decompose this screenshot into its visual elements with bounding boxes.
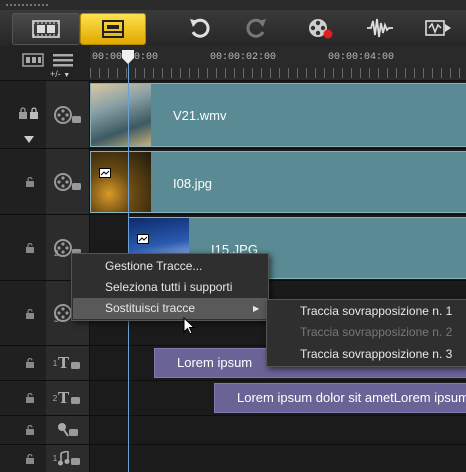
title-track-2: 2 T Lorem ipsum dolor sit ametLorem ipsu… [0,381,466,416]
menu-item-label: Seleziona tutti i supporti [105,280,233,294]
lock-icon[interactable] [24,358,36,368]
submenu-item-overlay-2: Traccia sovrapposizione n. 2 [267,322,466,343]
track-lock-area [0,381,47,415]
lock-icon[interactable] [24,177,36,187]
title-track-button[interactable]: 1 T [46,346,90,380]
voice-track [0,416,466,445]
mouse-cursor-icon [183,317,195,335]
lock-icon[interactable] [24,425,36,435]
video-track-area[interactable]: V21.wmv [90,81,466,148]
menu-item-swap-tracks[interactable]: Sostituisci tracce ▶ [73,298,267,319]
track-number: 3 [54,315,59,324]
overlay-reel-icon [53,172,81,191]
microphone-icon [57,423,78,437]
music-track-button[interactable]: 1 [46,445,90,472]
music-note-icon [58,450,81,465]
redo-button[interactable] [240,13,274,43]
submenu-item-overlay-1[interactable]: Traccia sovrapposizione n. 1 [267,301,466,322]
title-t-icon: T [58,355,81,371]
photo-icon [137,234,149,244]
ruler-ticks [90,68,466,78]
auto-music-icon [425,20,451,36]
film-strip-icon [32,20,60,38]
timeline-ruler[interactable]: 00:00:00:00 00:00:02:00 00:00:04:00 [90,46,466,81]
track-lock-area [0,445,47,472]
auto-music-button[interactable] [418,13,458,43]
submenu-item-label: Traccia sovrapposizione n. 3 [300,347,453,361]
menu-item-label: Sostituisci tracce [105,301,196,315]
track-lock-area [0,416,47,444]
submenu-item-label: Traccia sovrapposizione n. 2 [300,325,453,339]
lock-icon[interactable] [24,393,36,403]
ruler-mark: 00:00:04:00 [328,52,395,63]
overlay-track-1: I08.jpg [0,149,466,215]
title-track-area[interactable]: Lorem ipsum dolor sit ametLorem ipsum [90,381,466,415]
video-clip[interactable]: V21.wmv [90,83,466,147]
redo-icon [246,18,266,38]
track-lock-area [0,149,47,214]
track-number: 2 [52,393,58,403]
video-track-button[interactable] [46,81,90,148]
video-thumbnail [91,84,151,146]
clip-name: I08.jpg [173,176,213,191]
image-clip[interactable]: I08.jpg [90,151,466,213]
svg-text:T: T [58,390,70,406]
menu-item-label: Gestione Tracce... [105,259,203,273]
toolbar-grip[interactable] [0,0,466,10]
track-manager-icon[interactable] [22,52,44,68]
lock-icon[interactable] [24,309,36,319]
image-thumbnail [91,152,151,212]
title-text: Lorem ipsum [177,355,253,370]
lock-icon[interactable] [24,243,36,253]
title-t-icon: T [58,390,81,406]
menu-item-select-all-media[interactable]: Seleziona tutti i supporti [73,277,267,298]
storyboard-view-button[interactable] [12,13,80,45]
track-lock-area [0,81,47,148]
voice-track-button[interactable] [46,416,90,444]
timeline-view-button[interactable] [80,13,146,45]
overlay-track-button[interactable] [46,149,90,214]
audio-mixer-icon [367,18,393,38]
video-track: V21.wmv [0,81,466,149]
voice-track-area[interactable] [90,416,466,444]
timeline-icon [102,20,124,38]
overlay-track-area[interactable]: I08.jpg [90,149,466,214]
video-reel-icon [53,105,81,124]
clip-name: V21.wmv [173,108,227,123]
title-text: Lorem ipsum dolor sit ametLorem ipsum [237,390,466,405]
record-capture-icon [309,19,333,39]
track-lock-area [0,346,47,380]
undo-button[interactable] [182,13,216,43]
track-number: 1 [52,358,58,368]
record-capture-button[interactable] [300,13,340,43]
music-track: 1 [0,445,466,472]
track-lock-area [0,281,47,345]
title-track-button[interactable]: 2 T [46,381,90,415]
lock-icon[interactable] [24,454,36,464]
track-number: 2 [54,249,59,258]
title-clip[interactable]: Lorem ipsum dolor sit ametLorem ipsum [214,383,466,413]
lock-all-icon[interactable] [18,107,40,119]
submenu-arrow-icon: ▶ [253,304,260,313]
undo-icon [190,18,210,38]
ruler-controls: +/- ▼ [0,46,90,81]
swap-tracks-submenu: Traccia sovrapposizione n. 1 Traccia sov… [266,299,466,367]
sound-mixer-button[interactable] [360,13,400,43]
menu-item-track-manager[interactable]: Gestione Tracce... [73,256,267,277]
submenu-item-overlay-3[interactable]: Traccia sovrapposizione n. 3 [267,344,466,365]
track-lock-area [0,215,47,280]
ruler-mark: 00:00:02:00 [210,52,277,63]
expand-arrow-icon[interactable] [24,136,34,143]
track-number: 1 [52,454,58,463]
top-toolbar [0,10,466,46]
track-context-menu: Gestione Tracce... Seleziona tutti i sup… [71,253,269,321]
svg-text:T: T [58,355,70,371]
submenu-item-label: Traccia sovrapposizione n. 1 [300,304,453,318]
add-remove-tracks-button[interactable]: +/- ▼ [50,69,70,79]
music-track-area[interactable] [90,445,466,472]
list-view-icon[interactable] [52,52,74,68]
playhead-handle[interactable] [122,50,134,64]
photo-icon [99,168,111,178]
